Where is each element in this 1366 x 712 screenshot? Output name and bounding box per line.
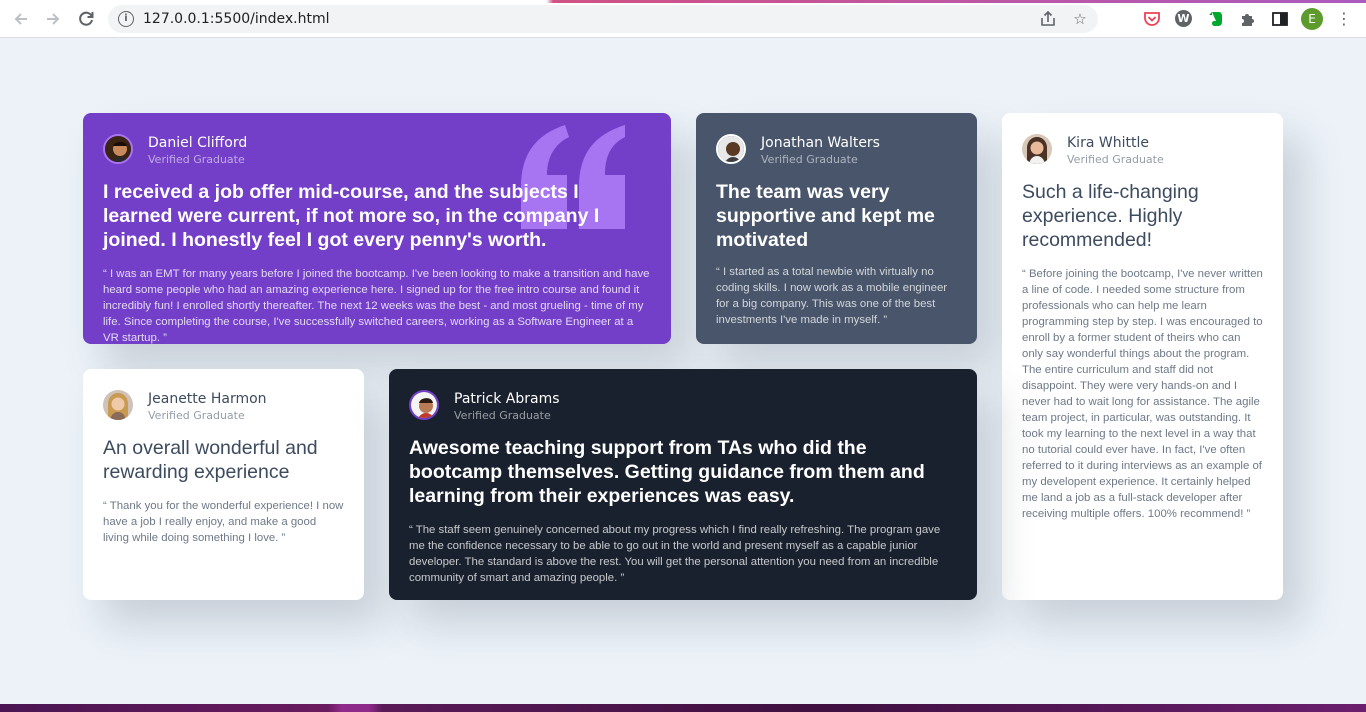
testimonial-card-patrick: Patrick Abrams Verified Graduate Awesome… bbox=[389, 369, 977, 600]
avatar bbox=[103, 390, 133, 420]
card-header: Kira Whittle Verified Graduate bbox=[1022, 134, 1263, 166]
card-header: Patrick Abrams Verified Graduate bbox=[409, 390, 957, 422]
url-text[interactable]: 127.0.0.1:5500/index.html bbox=[143, 11, 330, 27]
address-bar[interactable]: i 127.0.0.1:5500/index.html ☆ bbox=[108, 5, 1098, 33]
testimonial-card-jonathan: Jonathan Walters Verified Graduate The t… bbox=[696, 113, 977, 344]
browser-toolbar: i 127.0.0.1:5500/index.html ☆ W E ⋮ bbox=[0, 0, 1366, 38]
url-path: :5500/index.html bbox=[209, 11, 330, 27]
verified-status: Verified Graduate bbox=[148, 153, 245, 166]
testimonial-headline: I received a job offer mid-course, and t… bbox=[103, 181, 600, 251]
pocket-icon[interactable] bbox=[1142, 9, 1162, 29]
card-header: Daniel Clifford Verified Graduate bbox=[103, 134, 651, 166]
url-host: 127.0.0.1 bbox=[143, 11, 210, 27]
testimonial-headline: Such a life-changing experience. Highly … bbox=[1022, 181, 1199, 251]
testimonial-quote: “ The staff seem genuinely concerned abo… bbox=[409, 524, 941, 584]
testimonial-quote: “ I was an EMT for many years before I j… bbox=[103, 268, 650, 344]
share-icon[interactable] bbox=[1038, 9, 1058, 29]
reload-icon[interactable] bbox=[75, 8, 97, 30]
tab-strip-edge bbox=[0, 0, 1366, 3]
testimonial-quote: “ I started as a total newbie with virtu… bbox=[716, 266, 948, 326]
testimonial-headline: Awesome teaching support from TAs who di… bbox=[409, 437, 925, 507]
avatar bbox=[409, 390, 439, 420]
evernote-icon[interactable] bbox=[1206, 9, 1226, 29]
testimonial-headline: An overall wonderful and rewarding exper… bbox=[103, 437, 318, 483]
avatar bbox=[1022, 134, 1052, 164]
verified-status: Verified Graduate bbox=[454, 409, 551, 422]
card-header: Jeanette Harmon Verified Graduate bbox=[103, 390, 344, 422]
side-panel-icon[interactable] bbox=[1270, 9, 1290, 29]
testimonial-card-jeanette: Jeanette Harmon Verified Graduate An ove… bbox=[83, 369, 364, 600]
verified-status: Verified Graduate bbox=[1067, 153, 1164, 166]
info-icon[interactable]: i bbox=[118, 11, 134, 27]
person-name: Daniel Clifford bbox=[148, 135, 248, 151]
verified-status: Verified Graduate bbox=[148, 409, 245, 422]
wordpress-icon[interactable]: W bbox=[1175, 10, 1192, 27]
profile-avatar[interactable]: E bbox=[1301, 8, 1323, 30]
taskbar-strip bbox=[0, 704, 1366, 712]
testimonial-card-daniel: Daniel Clifford Verified Graduate I rece… bbox=[83, 113, 671, 344]
avatar bbox=[716, 134, 746, 164]
kebab-menu-icon[interactable]: ⋮ bbox=[1334, 8, 1354, 30]
person-name: Kira Whittle bbox=[1067, 135, 1149, 151]
card-header: Jonathan Walters Verified Graduate bbox=[716, 134, 957, 166]
back-arrow-icon[interactable] bbox=[10, 8, 32, 30]
avatar bbox=[103, 134, 133, 164]
extensions-puzzle-icon[interactable] bbox=[1238, 9, 1258, 29]
star-bookmark-icon[interactable]: ☆ bbox=[1070, 9, 1090, 29]
person-name: Patrick Abrams bbox=[454, 391, 560, 407]
testimonial-headline: The team was very supportive and kept me… bbox=[716, 181, 935, 251]
verified-status: Verified Graduate bbox=[761, 153, 858, 166]
testimonial-quote: “ Thank you for the wonderful experience… bbox=[103, 500, 344, 544]
person-name: Jeanette Harmon bbox=[148, 391, 267, 407]
forward-arrow-icon[interactable] bbox=[42, 8, 64, 30]
testimonial-card-kira: Kira Whittle Verified Graduate Such a li… bbox=[1002, 113, 1283, 600]
person-name: Jonathan Walters bbox=[761, 135, 880, 151]
testimonial-quote: “ Before joining the bootcamp, I've neve… bbox=[1022, 268, 1263, 520]
